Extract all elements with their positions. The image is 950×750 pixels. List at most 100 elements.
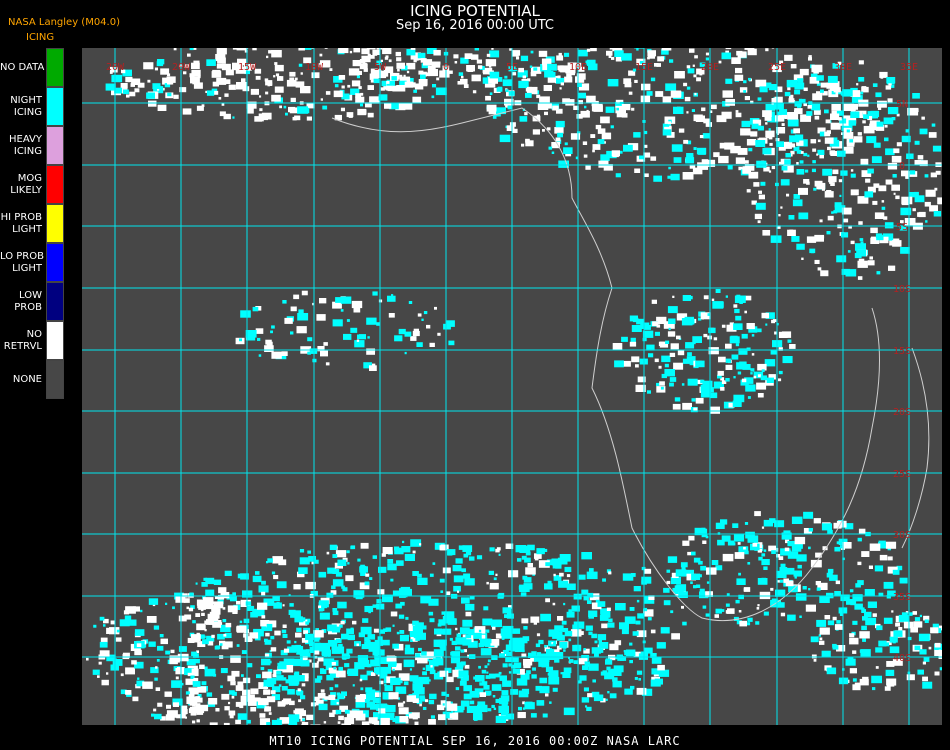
- cloud-pixel: [417, 577, 428, 585]
- cloud-pixel: [403, 681, 409, 686]
- cloud-pixel: [600, 154, 610, 161]
- cloud-pixel: [273, 575, 279, 580]
- cloud-pixel: [326, 674, 334, 681]
- cloud-pixel: [192, 681, 201, 687]
- cloud-pixel: [359, 678, 363, 682]
- cloud-pixel: [549, 701, 552, 704]
- cloud-pixel: [641, 83, 651, 91]
- cloud-pixel: [323, 721, 327, 724]
- cloud-pixel: [563, 147, 573, 154]
- cloud-pixel: [465, 603, 475, 611]
- cloud-pixel: [530, 50, 534, 54]
- cloud-pixel: [237, 681, 244, 686]
- cloud-pixel: [272, 595, 280, 602]
- cloud-pixel: [737, 542, 741, 545]
- cloud-pixel: [436, 77, 440, 81]
- cloud-pixel: [636, 670, 643, 675]
- cloud-pixel: [692, 167, 703, 175]
- cloud-pixel: [518, 67, 524, 73]
- cloud-pixel: [817, 149, 825, 155]
- cloud-pixel: [307, 337, 313, 342]
- cloud-pixel: [542, 129, 545, 132]
- cloud-pixel: [220, 685, 223, 688]
- cloud-pixel: [601, 623, 608, 629]
- cloud-pixel: [860, 158, 869, 165]
- legend-swatch: [46, 48, 64, 87]
- longitude-label: 20E: [701, 62, 719, 73]
- cloud-pixel: [782, 356, 793, 364]
- cloud-pixel: [350, 327, 358, 333]
- cloud-pixel: [681, 383, 685, 386]
- cloud-pixel: [356, 70, 362, 75]
- cloud-pixel: [592, 144, 601, 150]
- cloud-pixel: [624, 688, 633, 695]
- cloud-pixel: [797, 564, 802, 569]
- cloud-pixel: [300, 72, 303, 75]
- cloud-pixel: [396, 62, 405, 69]
- cloud-pixel: [379, 717, 390, 725]
- cloud-pixel: [274, 64, 284, 72]
- cloud-pixel: [622, 573, 634, 581]
- cloud-pixel: [757, 220, 761, 224]
- cloud-pixel: [399, 630, 405, 634]
- cloud-pixel: [934, 642, 941, 648]
- cloud-pixel: [684, 96, 691, 102]
- cloud-pixel: [805, 604, 816, 612]
- cloud-pixel: [259, 108, 263, 112]
- cloud-pixel: [390, 611, 398, 617]
- cloud-pixel: [899, 577, 908, 584]
- cloud-pixel: [165, 714, 175, 721]
- cloud-pixel: [895, 195, 900, 200]
- cloud-pixel: [772, 319, 777, 323]
- cloud-pixel: [725, 295, 728, 298]
- cloud-pixel: [876, 627, 880, 631]
- cloud-pixel: [134, 629, 145, 636]
- legend-swatch: [46, 87, 64, 126]
- cloud-pixel: [492, 626, 496, 630]
- cloud-pixel: [485, 59, 497, 67]
- cloud-pixel: [821, 650, 831, 658]
- cloud-pixel: [665, 340, 670, 344]
- cloud-pixel: [474, 55, 478, 59]
- cloud-pixel: [753, 375, 757, 379]
- cloud-pixel: [785, 580, 794, 587]
- cloud-pixel: [297, 690, 304, 696]
- cloud-pixel: [885, 85, 892, 90]
- cloud-pixel: [467, 67, 474, 72]
- cloud-pixel: [791, 236, 800, 242]
- cloud-pixel: [186, 696, 198, 704]
- cloud-pixel: [651, 299, 657, 304]
- cloud-pixel: [323, 653, 328, 657]
- cloud-pixel: [419, 695, 425, 700]
- cloud-pixel: [914, 191, 919, 196]
- cloud-pixel: [347, 562, 350, 565]
- latitude-label: 25S: [893, 469, 911, 480]
- cloud-pixel: [621, 104, 631, 111]
- cloud-pixel: [192, 703, 196, 707]
- cloud-pixel: [815, 581, 821, 586]
- cloud-pixel: [686, 111, 689, 114]
- cloud-pixel: [390, 578, 394, 582]
- cloud-pixel: [222, 619, 227, 623]
- cloud-pixel: [584, 105, 587, 109]
- cloud-pixel: [839, 194, 842, 197]
- cloud-pixel: [922, 681, 933, 689]
- cloud-pixel: [660, 627, 670, 634]
- cloud-pixel: [806, 236, 817, 243]
- cloud-pixel: [674, 397, 681, 402]
- cloud-pixel: [360, 542, 369, 549]
- legend-swatch: [46, 282, 64, 321]
- cloud-pixel: [391, 76, 397, 81]
- cloud-pixel: [263, 689, 271, 695]
- cloud-pixel: [800, 151, 804, 154]
- cloud-pixel: [564, 52, 570, 57]
- cloud-pixel: [399, 716, 409, 723]
- cloud-pixel: [246, 108, 254, 114]
- cloud-pixel: [917, 212, 924, 217]
- cloud-pixel: [382, 639, 390, 646]
- cloud-pixel: [633, 586, 641, 592]
- cloud-pixel: [356, 75, 360, 79]
- cloud-pixel: [735, 343, 740, 347]
- cloud-pixel: [593, 105, 603, 112]
- cloud-pixel: [289, 77, 295, 82]
